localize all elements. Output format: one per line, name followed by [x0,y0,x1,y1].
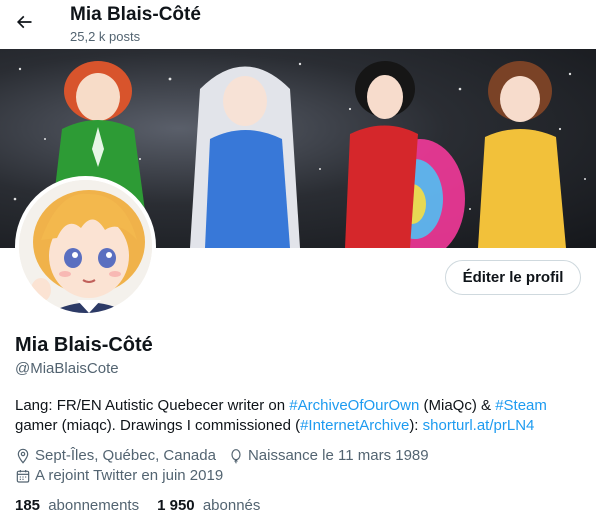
balloon-icon [231,448,241,464]
followers-label: abonnés [202,497,261,514]
followers-count: 1 950 [157,497,195,514]
hashtag-steam-link[interactable]: #Steam [495,397,547,414]
profile-avatar[interactable] [15,176,156,317]
following-label: abonnements [48,497,140,514]
hashtag-archiveofourown-link[interactable]: #ArchiveOfOurOwn [289,397,419,414]
arrow-left-icon [16,15,32,29]
following-count: 185 [15,497,41,514]
joined-text: A rejoint Twitter en juin 2019 [35,467,224,484]
profile-handle: @MiaBlaisCote [15,360,119,377]
bio-line-1: Lang: FR/EN Autistic Quebecer writer on … [15,396,585,416]
location-item: Sept-Îles, Québec, Canada [15,447,216,464]
back-button[interactable] [8,6,40,38]
header-profile-name: Mia Blais-Côté [70,4,201,25]
birthday-text: Naissance le 11 mars 1989 [247,447,429,464]
profile-bio: Lang: FR/EN Autistic Quebecer writer on … [15,396,585,436]
following-link[interactable]: 185 abonnements [15,497,139,514]
followers-link[interactable]: 1 950 abonnés [157,497,260,514]
location-text: Sept-Îles, Québec, Canada [35,447,216,464]
header-posts-count: 25,2 k posts [70,29,141,44]
bio-text: Lang: FR/EN Autistic Quebecer writer on [15,397,290,414]
profile-meta-row: Sept-Îles, Québec, Canada Naissance le 1… [15,447,441,464]
bio-line-2: gamer (miaqc). Drawings I commissioned (… [15,416,585,436]
joined-item: A rejoint Twitter en juin 2019 [15,467,223,484]
bio-text: ): [409,417,423,434]
birthday-item: Naissance le 11 mars 1989 [228,447,429,464]
shorturl-link[interactable]: shorturl.at/prLN4 [423,417,535,434]
bio-text: (MiaQc) & [419,397,496,414]
location-pin-icon [17,448,29,464]
edit-profile-button[interactable]: Éditer le profil [445,260,581,295]
bio-text: gamer (miaqc). Drawings I commissioned ( [15,417,301,434]
profile-meta-row: A rejoint Twitter en juin 2019 [15,467,235,484]
hashtag-internetarchive-link[interactable]: #InternetArchive [300,417,409,434]
avatar-illustration [19,180,152,313]
top-bar: Mia Blais-Côté 25,2 k posts [0,0,596,49]
calendar-icon [16,469,30,483]
follow-stats: 185 abonnements 1 950 abonnés [15,497,278,514]
profile-display-name: Mia Blais-Côté [15,334,153,356]
